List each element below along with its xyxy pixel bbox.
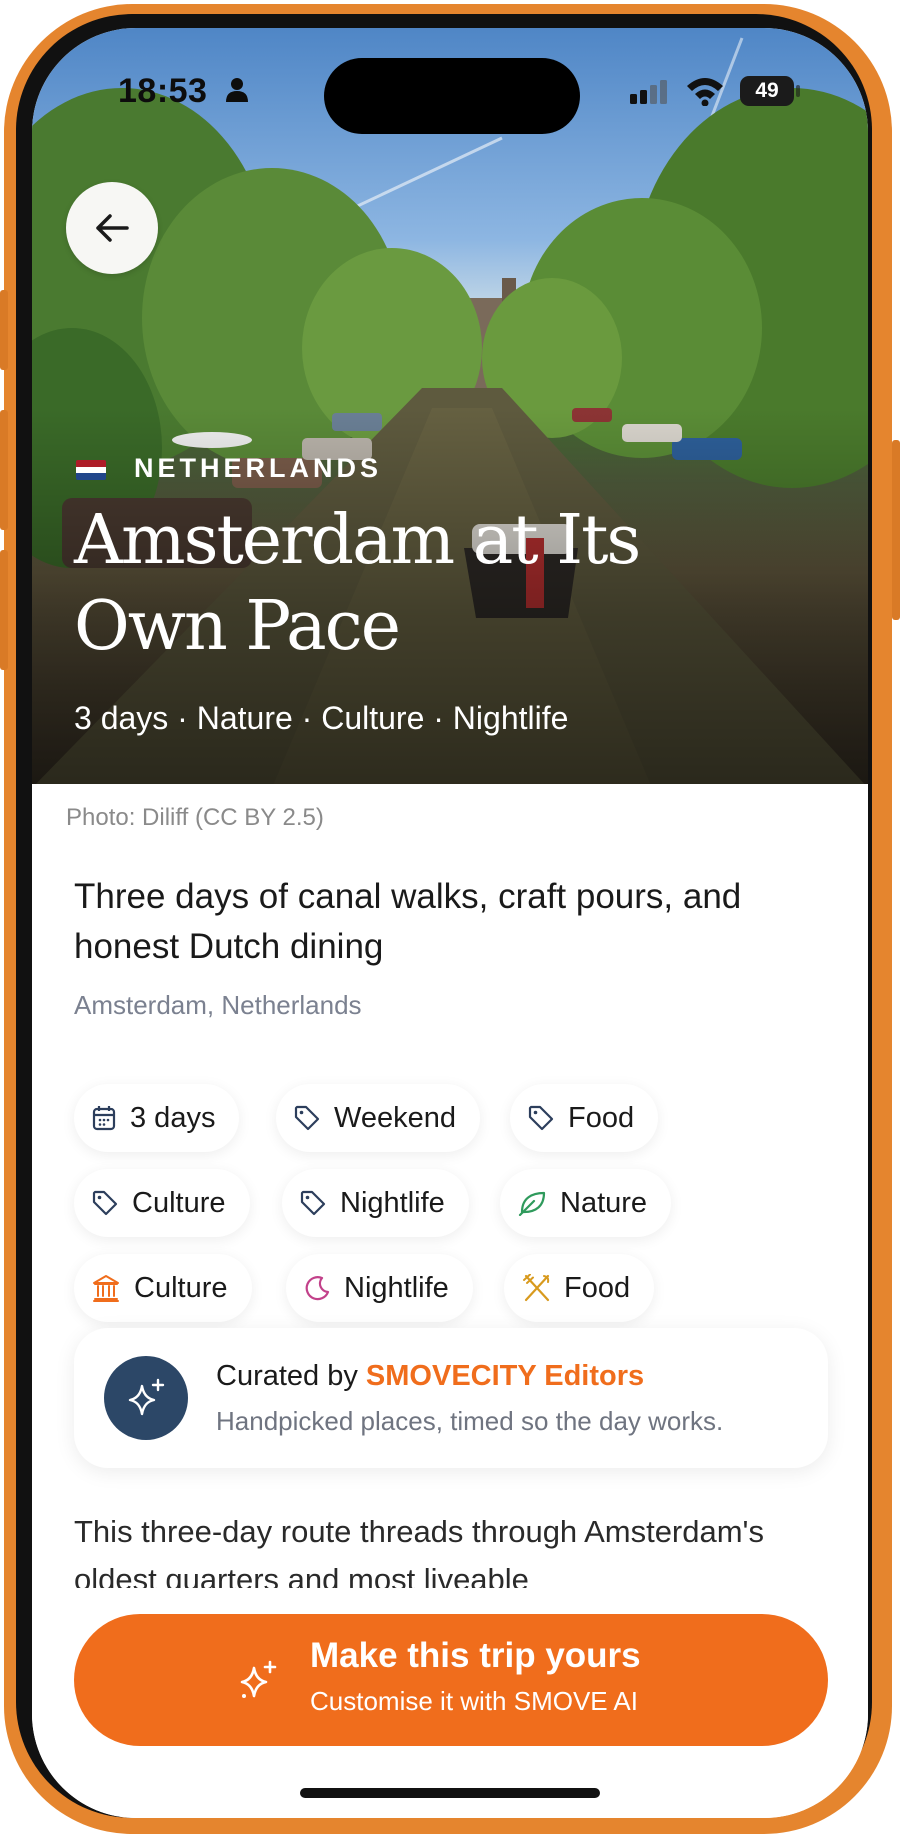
chip-label: Culture <box>134 1271 228 1304</box>
netherlands-flag-icon <box>76 460 106 480</box>
chip-weekend[interactable]: Weekend <box>276 1084 480 1152</box>
tag-icon <box>294 1105 320 1131</box>
chip-label: Nature <box>560 1186 648 1219</box>
make-trip-yours-button[interactable]: Make this trip yours Customise it with S… <box>74 1614 828 1746</box>
battery-tip <box>796 85 800 97</box>
curator-avatar <box>104 1356 188 1440</box>
back-button[interactable] <box>66 182 158 274</box>
trip-meta: 3 days · Nature · Culture · Nightlife <box>74 700 569 736</box>
battery-indicator: 49 <box>740 76 794 106</box>
home-indicator[interactable] <box>300 1788 600 1798</box>
chip-label: Nightlife <box>340 1186 445 1219</box>
tag-icon <box>300 1190 326 1216</box>
cta-subtitle: Customise it with SMOVE AI <box>310 1686 638 1716</box>
chip-culture[interactable]: Culture <box>74 1169 250 1237</box>
calendar-icon <box>92 1106 116 1131</box>
sparkles-icon <box>240 1660 277 1698</box>
sparkles-icon <box>128 1378 165 1416</box>
tag-icon <box>528 1105 554 1131</box>
curated-subtitle: Handpicked places, timed so the day work… <box>216 1406 724 1436</box>
cellular-signal-icon <box>630 80 667 104</box>
person-icon <box>226 78 248 102</box>
chip-label: Nightlife <box>344 1271 449 1304</box>
chip-nature[interactable]: Nature <box>500 1169 672 1237</box>
status-time: 18:53 <box>118 72 208 110</box>
trip-subtitle: Three days of canal walks, craft pours, … <box>74 877 742 966</box>
arrow-left-icon <box>96 214 129 242</box>
chip-food[interactable]: Food <box>510 1084 659 1152</box>
chip-nightlife[interactable]: Nightlife <box>282 1169 469 1237</box>
curated-prefix: Curated by <box>216 1360 358 1392</box>
museum-icon <box>93 1275 119 1302</box>
curated-by-card[interactable]: Curated by SMOVECITY Editors Handpicked … <box>74 1328 828 1468</box>
cta-title: Make this trip yours <box>310 1636 641 1675</box>
photo-credit: Photo: Diliff (CC BY 2.5) <box>66 804 324 831</box>
leaf-icon <box>518 1191 546 1216</box>
power-button <box>892 440 900 620</box>
chip-label: Weekend <box>334 1101 456 1134</box>
chip-3-days[interactable]: 3 days <box>74 1084 240 1152</box>
utensils-icon <box>523 1274 550 1302</box>
volume-up-button <box>0 410 8 530</box>
flag-stripe-red <box>76 460 106 467</box>
flag-stripe-blue <box>76 473 106 480</box>
chip-label: 3 days <box>130 1101 216 1134</box>
screen: 18:53 49 NETHERLANDS Amsterdam at Its Ow… <box>32 28 868 1818</box>
chip-culture-category[interactable]: Culture <box>74 1254 252 1322</box>
wifi-icon <box>687 78 723 106</box>
chip-nightlife-category[interactable]: Nightlife <box>286 1254 473 1322</box>
chip-label: Food <box>568 1101 635 1134</box>
trip-title: Amsterdam at Its Own Pace <box>74 501 641 666</box>
country-label: NETHERLANDS <box>134 453 383 483</box>
tag-icon <box>92 1190 118 1216</box>
chip-label: Culture <box>132 1186 226 1219</box>
flag-stripe-white <box>76 466 106 474</box>
curator-name[interactable]: SMOVECITY Editors <box>366 1360 644 1392</box>
chip-food-category[interactable]: Food <box>504 1254 655 1322</box>
curated-title: Curated by SMOVECITY Editors <box>216 1360 644 1393</box>
moon-icon <box>305 1276 330 1301</box>
chip-label: Food <box>564 1271 631 1304</box>
volume-down-button <box>0 550 8 670</box>
mute-switch <box>0 290 8 370</box>
hero-photo <box>32 28 868 784</box>
trip-location: Amsterdam, Netherlands <box>74 990 362 1020</box>
dynamic-island <box>324 58 580 134</box>
